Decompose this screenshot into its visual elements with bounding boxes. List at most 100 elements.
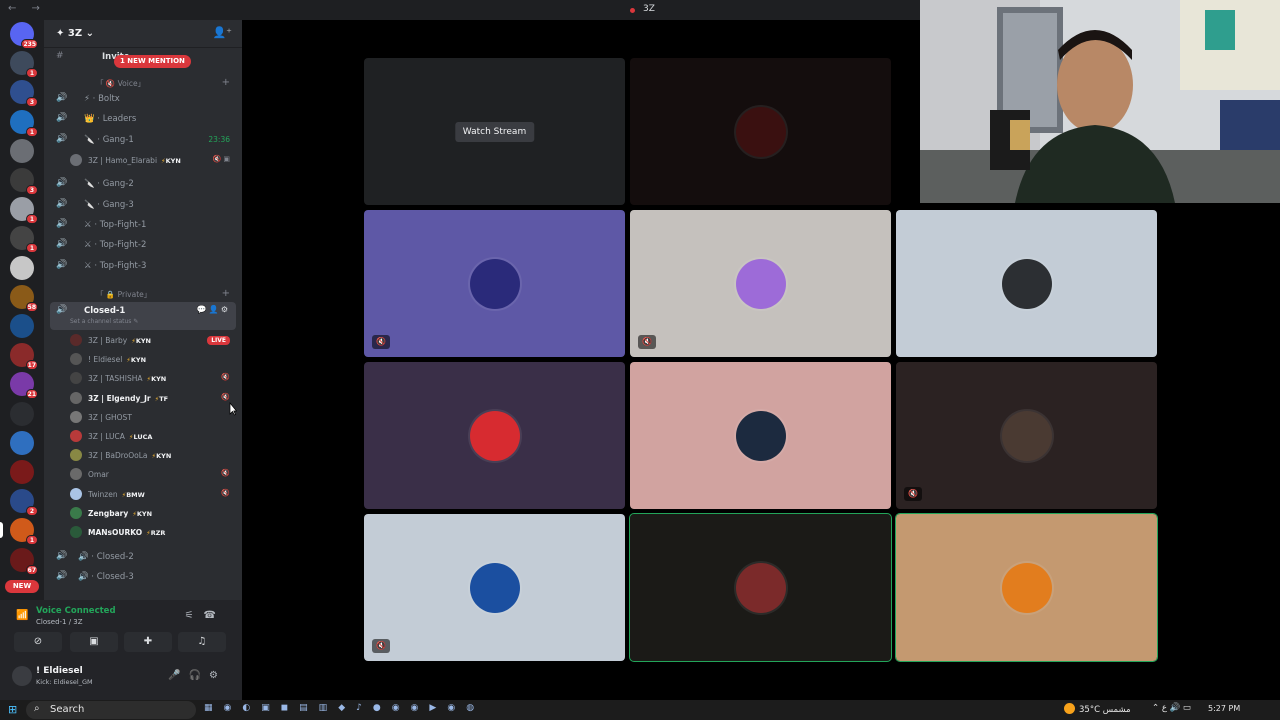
video-tile[interactable]: 🔇 (364, 514, 625, 661)
video-tile[interactable] (364, 362, 625, 509)
server-icon[interactable]: 67 (10, 547, 38, 575)
video-tile[interactable] (630, 362, 891, 509)
add-channel-icon[interactable]: + (222, 77, 230, 88)
server-icon[interactable]: 17 (10, 343, 38, 371)
webcam-overlay (920, 0, 1280, 203)
activities-button[interactable]: ✚ (124, 632, 172, 652)
category-private[interactable]: 「 🔒 Private」 + (44, 285, 242, 303)
voice-user[interactable]: Twinzen ⚡BMW 🔇 (70, 485, 236, 504)
server-icon[interactable]: 1 (10, 226, 38, 254)
voice-user[interactable]: 3Z | BaDroOoLa ⚡KYN (70, 446, 236, 465)
voice-user[interactable]: ! Eldiesel ⚡KYN (70, 350, 236, 369)
windows-start-icon[interactable]: ⊞ (8, 703, 17, 716)
voice-user[interactable]: MANsOURKO ⚡RZR (70, 523, 236, 542)
voice-channel[interactable]: 🔊 🔪 · Gang-1 23:36 (44, 131, 242, 149)
recording-dot-icon (630, 8, 635, 13)
voice-user[interactable]: 3Z | LUCA ⚡LUCA (70, 427, 236, 446)
watch-stream-button[interactable]: Watch Stream (454, 121, 535, 142)
add-member-icon[interactable]: 👤⁺ (212, 26, 232, 39)
server-icon[interactable]: 3 (10, 168, 38, 195)
screen-share-button[interactable]: ▣ (70, 632, 118, 652)
channel-name: Top-Fight-2 (99, 240, 147, 250)
server-icon[interactable]: 235 (10, 22, 38, 49)
video-tile[interactable] (895, 513, 1158, 662)
video-tile[interactable] (630, 58, 891, 205)
server-header[interactable]: ✦ 3Z ⌄ 👤⁺ (44, 20, 242, 48)
muted-icon: 🔇 (904, 487, 922, 501)
server-name[interactable]: ✦ 3Z ⌄ (56, 28, 94, 39)
camera-button[interactable]: ⊘ (14, 632, 62, 652)
server-icon[interactable]: 58 (10, 284, 38, 312)
voice-channel[interactable]: 🔊 🔊 · Closed-2 (44, 548, 242, 566)
voice-user[interactable]: Zengbary ⚡KYN (70, 504, 236, 523)
channel-name: Leaders (102, 114, 137, 124)
voice-channel[interactable]: 🔊 ⚔ · Top-Fight-1 (44, 216, 242, 234)
disconnect-icon[interactable]: ⚟☎ (185, 610, 226, 621)
notification-badge: 235 (21, 39, 38, 49)
voice-user[interactable]: 3Z | GHOST (70, 408, 236, 427)
server-icon[interactable] (10, 401, 34, 426)
voice-user[interactable]: 3Z | Hamo_Elarabi ⚡KYN 🔇 ▣ (70, 151, 236, 170)
notification-badge: 67 (25, 564, 38, 575)
voice-channel[interactable]: 🔊 ⚡ · Boltx (44, 90, 242, 108)
channel-closed-1[interactable]: 🔊 Closed-1 Set a channel status ✎ 💬👤⚙ (50, 302, 236, 330)
voice-user[interactable]: 3Z | Barby ⚡KYN LIVE (70, 331, 236, 350)
soundboard-button[interactable]: ♫ (178, 632, 226, 652)
new-mention-pill[interactable]: 1 NEW MENTION (114, 55, 191, 68)
server-icon[interactable]: 3 (10, 80, 38, 108)
taskbar-apps-icon[interactable]: ▦◉◐▣◼▤▥◆♪●◉◉▶◉◍ (204, 703, 485, 713)
mic-headset-settings-icon[interactable]: 🎤🎧⚙ (168, 670, 226, 681)
back-forward-icon[interactable]: ← → (8, 3, 46, 14)
channel-name: Top-Fight-1 (99, 220, 147, 230)
avatar (70, 353, 82, 366)
speaker-icon: 🔊 (56, 239, 68, 249)
avatar (70, 430, 82, 442)
server-icon[interactable] (10, 430, 34, 455)
channel-tools-icon[interactable]: 💬👤⚙ (197, 305, 230, 314)
voice-user[interactable]: 3Z | Elgendy_Jr ⚡TF 🔇 (70, 389, 236, 408)
video-tile[interactable]: Watch Stream (364, 58, 625, 205)
avatar[interactable] (12, 666, 32, 686)
taskbar-clock[interactable]: 5:27 PM (1208, 704, 1240, 713)
server-icon[interactable]: 1 (10, 197, 38, 225)
channel-sidebar: ✦ 3Z ⌄ 👤⁺ # Invite 1 NEW MENTION 「 🔇 Voi… (44, 20, 242, 600)
voice-channel[interactable]: 🔊 ⚔ · Top-Fight-3 (44, 257, 242, 275)
signal-icon[interactable]: 📶 (16, 610, 28, 621)
channel-emoji: 🔪 (84, 200, 95, 210)
server-icon[interactable]: 21 (10, 372, 38, 400)
voice-connected-label[interactable]: Voice Connected (36, 606, 116, 616)
server-icon[interactable] (10, 255, 34, 280)
add-channel-icon[interactable]: + (222, 288, 230, 299)
server-icon[interactable]: 1 (10, 109, 38, 137)
system-tray[interactable]: ⌃ ع 🔊 ▭ (1152, 703, 1191, 713)
channel-emoji: 👑 (84, 114, 95, 124)
voice-user[interactable]: Omar 🔇 (70, 465, 236, 484)
voice-channel[interactable]: 🔊 ⚔ · Top-Fight-2 (44, 236, 242, 254)
new-badge[interactable]: NEW (5, 580, 39, 593)
video-tile[interactable]: 🔇 (896, 362, 1157, 509)
voice-channel[interactable]: 🔊 👑 · Leaders (44, 110, 242, 128)
server-icon[interactable] (10, 460, 34, 484)
channel-emoji: 🔪 (84, 179, 95, 189)
video-tile[interactable] (896, 210, 1157, 357)
voice-channel[interactable]: 🔊 🔪 · Gang-2 (44, 175, 242, 193)
channel-name: Gang-2 (102, 179, 134, 189)
video-tile[interactable] (629, 513, 892, 662)
channel-status[interactable]: Set a channel status ✎ (70, 318, 138, 325)
server-icon[interactable]: 1 (0, 518, 38, 546)
server-icon[interactable] (10, 314, 34, 338)
server-icon[interactable]: 1 (10, 51, 38, 79)
voice-channel[interactable]: 🔊 🔪 · Gang-3 (44, 196, 242, 214)
voice-user[interactable]: 3Z | TASHISHA ⚡KYN 🔇 (70, 369, 236, 388)
video-tile[interactable]: 🔇 (630, 210, 891, 357)
voice-channel-path[interactable]: Closed-1 / 3Z (36, 618, 83, 626)
server-icon[interactable]: 2 (10, 489, 38, 517)
weather-widget[interactable]: 35°C مشمس (1064, 703, 1131, 715)
video-tile[interactable]: 🔇 (364, 210, 625, 357)
notification-badge: 17 (25, 360, 38, 371)
voice-channel[interactable]: 🔊 🔊 · Closed-3 (44, 568, 242, 586)
server-icon[interactable] (10, 138, 34, 163)
muted-icon: 🔇 (221, 392, 230, 401)
taskbar-search[interactable]: ⌕ Search (26, 701, 196, 719)
current-user-name[interactable]: ! Eldiesel (36, 666, 83, 676)
